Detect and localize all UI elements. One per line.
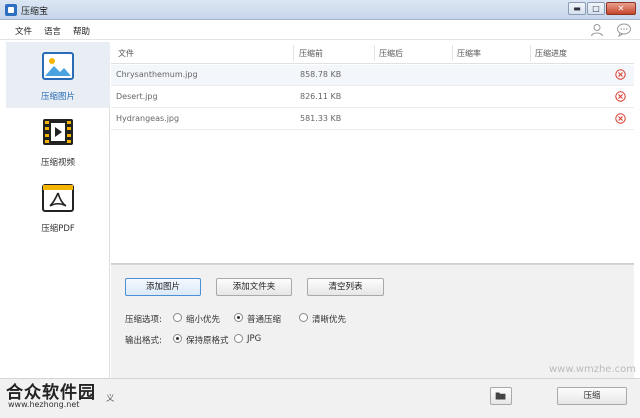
radio-clarity-first[interactable] bbox=[299, 313, 308, 322]
sidebar-item-compress-pdf[interactable]: 压缩PDF bbox=[6, 174, 110, 240]
add-image-button[interactable]: 添加图片 bbox=[125, 278, 201, 296]
compress-button[interactable]: 压缩 bbox=[557, 387, 627, 405]
radio-label[interactable]: 保持原格式 bbox=[186, 334, 229, 346]
output-format-label: 输出格式: bbox=[125, 336, 162, 346]
film-icon bbox=[43, 119, 73, 145]
column-header-progress[interactable]: 压缩进度 bbox=[535, 48, 567, 59]
table-row[interactable]: Chrysanthemum.jpg 858.78 KB bbox=[111, 65, 634, 86]
column-header-before[interactable]: 压缩前 bbox=[299, 48, 323, 59]
title-bar: 压缩宝 ▬ □ ✕ bbox=[0, 0, 640, 20]
watermark-hezhong-url: www.hezhong.net bbox=[8, 400, 80, 409]
radio-normal-compress[interactable] bbox=[234, 313, 243, 322]
output-format-options: 输出格式: 保持原格式 JPG bbox=[125, 333, 385, 347]
size-before: 826.11 KB bbox=[300, 92, 342, 101]
radio-smaller-first[interactable] bbox=[173, 313, 182, 322]
delete-icon[interactable] bbox=[615, 113, 626, 124]
column-header-after[interactable]: 压缩后 bbox=[379, 48, 403, 59]
clear-list-button[interactable]: 清空列表 bbox=[307, 278, 384, 296]
pdf-icon bbox=[42, 184, 74, 212]
user-icon[interactable] bbox=[590, 23, 604, 37]
footer-text: 义 bbox=[106, 394, 115, 404]
options-panel: 添加图片 添加文件夹 清空列表 压缩选项: 缩小优先 普通压缩 清晰优先 输出格… bbox=[111, 264, 634, 378]
radio-label[interactable]: 缩小优先 bbox=[186, 313, 220, 325]
radio-keep-format[interactable] bbox=[173, 334, 182, 343]
minimize-button[interactable]: ▬ bbox=[568, 2, 586, 15]
column-divider bbox=[530, 45, 531, 61]
menu-help[interactable]: 帮助 bbox=[73, 25, 90, 37]
radio-label[interactable]: 清晰优先 bbox=[312, 313, 346, 325]
window-controls: ▬ □ ✕ bbox=[568, 2, 636, 15]
column-header-ratio[interactable]: 压缩率 bbox=[457, 48, 481, 59]
sidebar-item-label: 压缩图片 bbox=[40, 92, 75, 102]
sidebar-item-compress-video[interactable]: 压缩视频 bbox=[6, 108, 110, 174]
close-button[interactable]: ✕ bbox=[606, 2, 636, 15]
add-folder-button[interactable]: 添加文件夹 bbox=[216, 278, 292, 296]
size-before: 858.78 KB bbox=[300, 70, 342, 79]
sidebar-item-label: 压缩PDF bbox=[41, 224, 75, 234]
sidebar: 压缩图片 压缩视频 压缩PDF bbox=[6, 42, 110, 378]
menu-file[interactable]: 文件 bbox=[15, 25, 32, 37]
column-divider bbox=[374, 45, 375, 61]
watermark-wmzhe: www.wmzhe.com bbox=[549, 364, 636, 375]
radio-label[interactable]: JPG bbox=[247, 334, 261, 344]
delete-icon[interactable] bbox=[615, 69, 626, 80]
app-icon bbox=[5, 4, 17, 16]
delete-icon[interactable] bbox=[615, 91, 626, 102]
column-divider bbox=[452, 45, 453, 61]
menu-bar: 文件 语言 帮助 bbox=[0, 20, 640, 40]
table-header: 文件 压缩前 压缩后 压缩率 压缩进度 bbox=[111, 42, 634, 64]
window-title: 压缩宝 bbox=[21, 7, 49, 17]
table-row[interactable]: Hydrangeas.jpg 581.33 KB bbox=[111, 109, 634, 130]
menu-language[interactable]: 语言 bbox=[44, 25, 61, 37]
folder-icon bbox=[495, 392, 506, 400]
chat-icon[interactable] bbox=[616, 23, 632, 37]
open-folder-button[interactable] bbox=[490, 387, 512, 405]
file-name: Hydrangeas.jpg bbox=[116, 114, 180, 123]
column-header-file[interactable]: 文件 bbox=[118, 48, 134, 59]
table-row[interactable]: Desert.jpg 826.11 KB bbox=[111, 87, 634, 108]
sidebar-item-compress-image[interactable]: 压缩图片 bbox=[6, 42, 110, 108]
file-table: 文件 压缩前 压缩后 压缩率 压缩进度 Chrysanthemum.jpg 85… bbox=[111, 42, 634, 264]
image-icon bbox=[42, 52, 74, 80]
sidebar-item-label: 压缩视频 bbox=[40, 158, 75, 168]
compress-options: 压缩选项: 缩小优先 普通压缩 清晰优先 bbox=[125, 312, 385, 326]
column-divider bbox=[293, 45, 294, 61]
footer-bar: 义 压缩 bbox=[0, 378, 640, 418]
radio-label[interactable]: 普通压缩 bbox=[247, 313, 281, 325]
radio-jpg[interactable] bbox=[234, 334, 243, 343]
file-name: Desert.jpg bbox=[116, 92, 158, 101]
size-before: 581.33 KB bbox=[300, 114, 342, 123]
compress-option-label: 压缩选项: bbox=[125, 315, 162, 325]
file-name: Chrysanthemum.jpg bbox=[116, 70, 198, 79]
maximize-button[interactable]: □ bbox=[587, 2, 605, 15]
